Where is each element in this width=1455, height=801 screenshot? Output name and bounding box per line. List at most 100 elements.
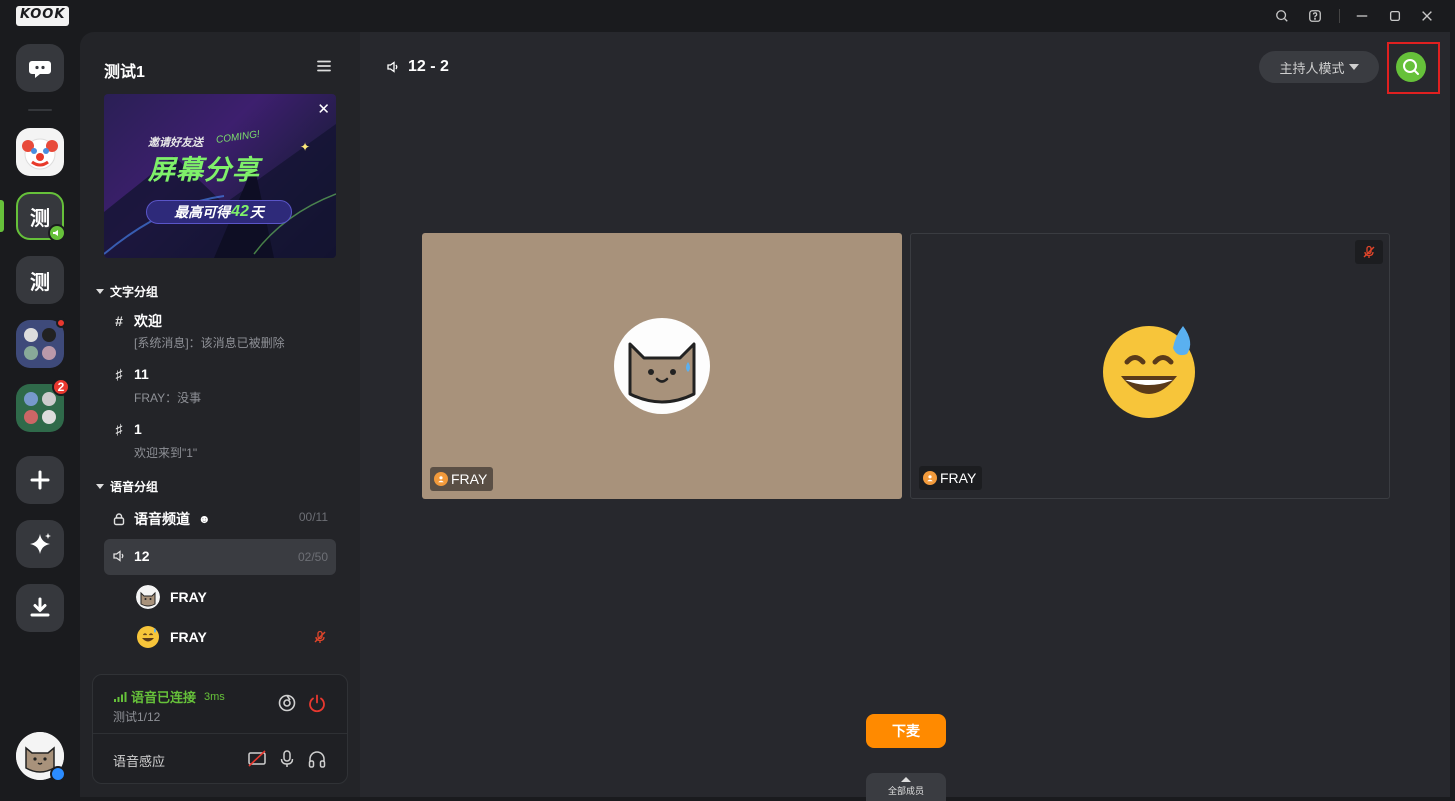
- all-members-button[interactable]: 全部成员: [866, 773, 946, 801]
- channel-preview: 欢迎来到"1": [134, 446, 198, 460]
- group-thumb: [24, 392, 38, 406]
- menu-icon[interactable]: [316, 58, 332, 74]
- download-icon: [30, 597, 50, 617]
- collapse-caret-icon: [96, 289, 104, 294]
- emoji-icon: ☻: [198, 512, 211, 526]
- voice-connection-status: 语音已连接 3ms: [113, 687, 225, 706]
- guild-name[interactable]: 测试1: [104, 58, 145, 82]
- category-label: 语音分组: [110, 480, 159, 494]
- member-name: FRAY: [170, 589, 207, 605]
- highlight-annotation-box: [1387, 42, 1440, 94]
- latency-label: 3ms: [204, 690, 225, 703]
- speaker-icon: [387, 61, 398, 73]
- server-group-b[interactable]: 2: [16, 378, 70, 432]
- sparkle-icon: [30, 533, 51, 554]
- collapse-caret-icon: [96, 484, 104, 489]
- promo-banner[interactable]: ✕ 邀请好友送 COMING! ✦ 屏幕分享 最高可得 42 天: [104, 94, 336, 258]
- voice-channel-path: 测试1/12: [113, 710, 161, 724]
- mic-muted-icon: [1363, 245, 1375, 258]
- server-initial: 测: [30, 207, 50, 230]
- user-avatar[interactable]: [16, 732, 66, 782]
- title-bar: KOOK: [0, 0, 1455, 32]
- search-icon[interactable]: [1272, 6, 1292, 26]
- server-clown[interactable]: [16, 128, 64, 176]
- group-thumb: [42, 410, 56, 424]
- cat-avatar-icon: [614, 318, 710, 414]
- kook-logo: KOOK: [16, 6, 70, 26]
- signal-icon: [114, 691, 127, 702]
- user-icon: [923, 471, 937, 485]
- download-button[interactable]: [16, 584, 64, 632]
- minimize-icon[interactable]: [1352, 6, 1372, 26]
- server-rail: 测 测 2: [0, 32, 80, 801]
- text-channel-11[interactable]: ♯ 11: [112, 366, 149, 382]
- group-thumb: [24, 410, 38, 424]
- voice-channel-count: 02/50: [297, 550, 328, 564]
- chevron-down-icon: [1348, 64, 1359, 70]
- help-icon[interactable]: [1305, 6, 1325, 26]
- group-thumb: [42, 392, 56, 406]
- participant-name: FRAY: [940, 470, 977, 486]
- voice-channel-count: 00/11: [298, 510, 328, 524]
- banner-reward-pill: 最高可得 42 天: [146, 200, 292, 224]
- hash-muted-icon: ♯: [115, 366, 123, 382]
- clown-emoji-icon: [22, 138, 58, 170]
- chevron-up-icon: [901, 777, 911, 782]
- channel-preview: [系统消息]：该消息已被删除: [134, 336, 285, 350]
- voice-stage: 12 - 2 主持人模式 FRAY FRAY 下麦 全部成员: [360, 32, 1450, 801]
- banner-close-icon[interactable]: ✕: [317, 100, 330, 118]
- titlebar-separator: [1339, 9, 1340, 23]
- headphones-icon[interactable]: [307, 749, 327, 769]
- stage-title: 12 - 2: [386, 58, 449, 76]
- banner-title: 屏幕分享: [148, 155, 260, 185]
- text-channel-welcome[interactable]: # 欢迎: [112, 311, 162, 331]
- hash-icon: #: [115, 313, 123, 329]
- disconnect-power-icon[interactable]: [307, 693, 327, 713]
- voice-channel-12[interactable]: 12: [112, 548, 150, 564]
- channel-name: 11: [134, 366, 149, 382]
- server-group-a[interactable]: [16, 318, 66, 368]
- text-channel-1[interactable]: ♯ 1: [112, 421, 142, 437]
- screen-share-off-icon[interactable]: [247, 749, 267, 769]
- group-thumb: [24, 346, 38, 360]
- maximize-icon[interactable]: [1385, 6, 1405, 26]
- active-server-indicator: [0, 200, 4, 232]
- discover-button[interactable]: [16, 520, 64, 568]
- server-initial: 测: [30, 271, 50, 294]
- sweat-smile-emoji-icon: [136, 625, 160, 649]
- channel-name: 欢迎: [134, 313, 162, 329]
- video-tile[interactable]: FRAY: [910, 233, 1390, 499]
- host-mode-dropdown[interactable]: 主持人模式: [1259, 51, 1379, 83]
- channel-name: 语音频道: [134, 511, 190, 527]
- muted-badge: [1355, 240, 1383, 264]
- close-icon[interactable]: [1417, 6, 1437, 26]
- text-category[interactable]: 文字分组: [96, 283, 158, 300]
- leave-mic-button[interactable]: 下麦: [866, 714, 946, 748]
- channel-panel: 测试1 ✕ 邀请好友送 COMING! ✦ 屏幕分享 最高可得 42 天 文字分组 …: [80, 32, 360, 797]
- voice-speaking-badge: [48, 224, 66, 242]
- reward-prefix: 最高可得: [174, 204, 231, 220]
- sparkle-icon: ✦: [300, 140, 311, 154]
- video-tile[interactable]: FRAY: [422, 233, 902, 499]
- all-members-label: 全部成员: [887, 786, 924, 796]
- server-ce-2[interactable]: 测: [16, 256, 64, 304]
- plus-icon: [30, 470, 50, 490]
- participant-name-tag: FRAY: [919, 466, 983, 490]
- noise-suppression-icon[interactable]: [277, 693, 297, 713]
- user-icon: [434, 472, 448, 486]
- server-ce-active[interactable]: 测: [16, 192, 66, 242]
- status-badge: [50, 766, 66, 782]
- voice-member[interactable]: FRAY: [136, 625, 207, 649]
- unread-dot: [56, 318, 66, 328]
- direct-messages-button[interactable]: [16, 44, 64, 92]
- voice-status-panel: 语音已连接 3ms 测试1/12 语音感应: [92, 674, 348, 784]
- add-server-button[interactable]: [16, 456, 64, 504]
- voice-channel-locked[interactable]: 语音频道 ☻: [112, 509, 211, 529]
- cat-avatar-icon: [136, 585, 160, 609]
- voice-category[interactable]: 语音分组: [96, 478, 158, 495]
- microphone-icon[interactable]: [277, 749, 297, 769]
- voice-member[interactable]: FRAY: [136, 585, 207, 609]
- stage-title-text: 12 - 2: [408, 58, 449, 75]
- speaker-icon: [113, 550, 124, 562]
- member-name: FRAY: [170, 629, 207, 645]
